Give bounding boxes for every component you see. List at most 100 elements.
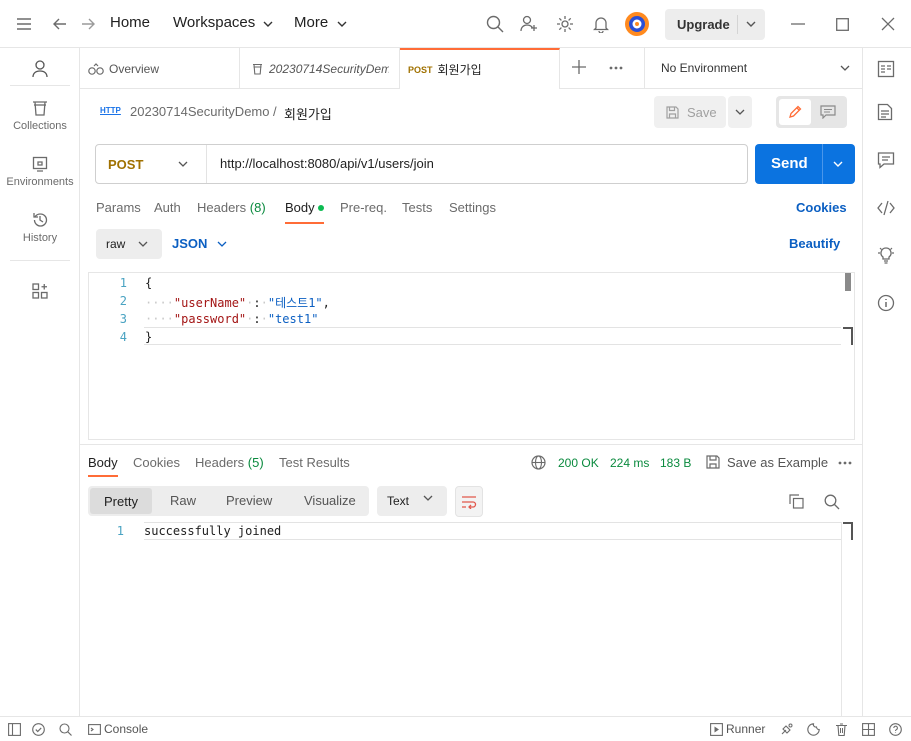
globe-icon[interactable] — [531, 455, 546, 470]
more-options-icon[interactable] — [838, 461, 852, 465]
upgrade-button[interactable]: Upgrade — [665, 9, 765, 40]
two-pane-layout-icon[interactable] — [862, 723, 875, 736]
runner-button[interactable]: Runner — [726, 722, 765, 736]
save-button[interactable]: Save — [654, 96, 726, 128]
sidebar-item-history[interactable]: History — [0, 212, 80, 244]
divider — [737, 15, 738, 34]
editor-scrollbar[interactable] — [845, 273, 851, 291]
code-icon[interactable] — [877, 199, 897, 219]
console-icon — [88, 723, 101, 736]
response-tab-headers[interactable]: Headers (5) — [195, 455, 264, 470]
trash-can-icon[interactable] — [835, 723, 848, 736]
comment-icon[interactable] — [813, 99, 843, 125]
sidebar-item-configure[interactable] — [0, 283, 80, 303]
tab-collection[interactable]: 20230714SecurityDemo — [240, 48, 400, 89]
environment-selector[interactable]: No Environment — [644, 48, 862, 89]
search-icon[interactable] — [483, 12, 507, 36]
send-button[interactable]: Send — [755, 144, 855, 184]
tab-headers[interactable]: Headers (8) — [197, 200, 266, 215]
chevron-down-icon[interactable] — [423, 495, 433, 501]
chevron-down-icon[interactable] — [178, 157, 188, 167]
response-size[interactable]: 183 B — [660, 456, 691, 470]
lightbulb-icon[interactable] — [877, 246, 897, 266]
close-icon[interactable] — [876, 12, 900, 36]
save-options-chevron-icon[interactable] — [728, 96, 752, 128]
tab-request-active[interactable]: POST 회원가입 — [400, 48, 560, 89]
avatar[interactable] — [624, 11, 650, 37]
tab-prereq[interactable]: Pre-req. — [340, 200, 387, 215]
sidebar-item-profile[interactable] — [0, 60, 80, 82]
capture-requests-icon[interactable] — [780, 723, 793, 736]
gear-icon[interactable] — [553, 12, 577, 36]
tab-body[interactable]: Body — [285, 200, 315, 215]
response-body-text[interactable]: successfully joined — [144, 524, 281, 538]
comments-icon[interactable] — [877, 151, 897, 171]
whitespace-marker: ···· — [145, 312, 174, 326]
breadcrumb-request-name[interactable]: 회원가입 — [284, 104, 332, 123]
body-mode-select[interactable]: raw — [96, 229, 162, 259]
new-tab-plus-icon[interactable] — [572, 60, 588, 76]
tab-settings[interactable]: Settings — [449, 200, 496, 215]
more-menu[interactable]: More — [294, 14, 328, 31]
minimize-icon[interactable] — [786, 12, 810, 36]
breadcrumb-collection[interactable]: 20230714SecurityDemo — [130, 104, 269, 119]
divider — [10, 260, 70, 261]
response-tab-body[interactable]: Body — [88, 455, 118, 470]
back-arrow-icon[interactable] — [48, 12, 72, 36]
add-user-icon[interactable] — [517, 12, 541, 36]
chevron-down-icon[interactable] — [217, 237, 227, 247]
tab-auth[interactable]: Auth — [154, 200, 181, 215]
status-code[interactable]: 200 OK — [558, 456, 599, 470]
documentation-icon[interactable] — [877, 103, 897, 123]
sidebar-toggle-icon[interactable] — [8, 723, 21, 736]
search-icon[interactable] — [824, 494, 840, 510]
chevron-down-icon[interactable] — [138, 237, 148, 247]
cookie-icon[interactable] — [807, 723, 820, 736]
body-language-select[interactable]: JSON — [172, 236, 207, 251]
sidebar-item-label: Environments — [6, 176, 74, 188]
url-input[interactable] — [220, 156, 720, 171]
code-token: { — [145, 276, 153, 290]
view-pretty-button[interactable]: Pretty — [90, 488, 152, 514]
chevron-down-icon[interactable] — [746, 21, 756, 27]
response-scrollbar[interactable] — [843, 522, 853, 540]
json-key: "userName" — [173, 296, 247, 310]
view-visualize-button[interactable]: Visualize — [304, 493, 356, 508]
sidebar-item-collections[interactable]: Collections — [0, 100, 80, 132]
save-as-example-button[interactable]: Save as Example — [727, 455, 828, 470]
environment-quick-look-icon[interactable] — [877, 60, 897, 80]
tab-tests[interactable]: Tests — [402, 200, 432, 215]
view-preview-button[interactable]: Preview — [226, 493, 272, 508]
forward-arrow-icon[interactable] — [76, 12, 100, 36]
wrap-lines-icon[interactable] — [455, 486, 483, 517]
response-tab-cookies[interactable]: Cookies — [133, 455, 180, 470]
http-method-select[interactable]: POST — [108, 157, 143, 172]
console-button[interactable]: Console — [104, 722, 148, 736]
view-raw-button[interactable]: Raw — [170, 493, 196, 508]
beautify-link[interactable]: Beautify — [789, 236, 840, 251]
tab-overview[interactable]: Overview — [80, 48, 240, 89]
cookies-link[interactable]: Cookies — [796, 200, 847, 215]
maximize-icon[interactable] — [830, 12, 854, 36]
workspaces-menu[interactable]: Workspaces — [173, 14, 255, 31]
copy-icon[interactable] — [789, 494, 804, 509]
home-link[interactable]: Home — [110, 14, 150, 31]
tab-bar: Overview 20230714SecurityDemo POST 회원가입 … — [80, 48, 862, 89]
more-options-icon[interactable] — [609, 66, 625, 70]
request-body-editor[interactable]: 1 2 3 4 { ····"userName"·:·"테스트1", ····"… — [88, 272, 855, 440]
hamburger-menu-icon[interactable] — [12, 12, 36, 36]
info-icon[interactable] — [877, 294, 897, 314]
headers-count: (5) — [247, 455, 264, 470]
check-circle-icon[interactable] — [32, 723, 45, 736]
sidebar-item-environments[interactable]: Environments — [0, 156, 80, 188]
pencil-icon[interactable] — [779, 99, 811, 125]
tab-params[interactable]: Params — [96, 200, 141, 215]
response-time[interactable]: 224 ms — [610, 456, 649, 470]
help-icon[interactable] — [889, 723, 902, 736]
response-format-select[interactable]: Text — [377, 486, 447, 516]
search-icon[interactable] — [59, 723, 72, 736]
chevron-down-icon — [840, 65, 850, 71]
chevron-down-icon[interactable] — [833, 156, 843, 167]
bell-icon[interactable] — [589, 12, 613, 36]
response-tab-test-results[interactable]: Test Results — [279, 455, 350, 470]
